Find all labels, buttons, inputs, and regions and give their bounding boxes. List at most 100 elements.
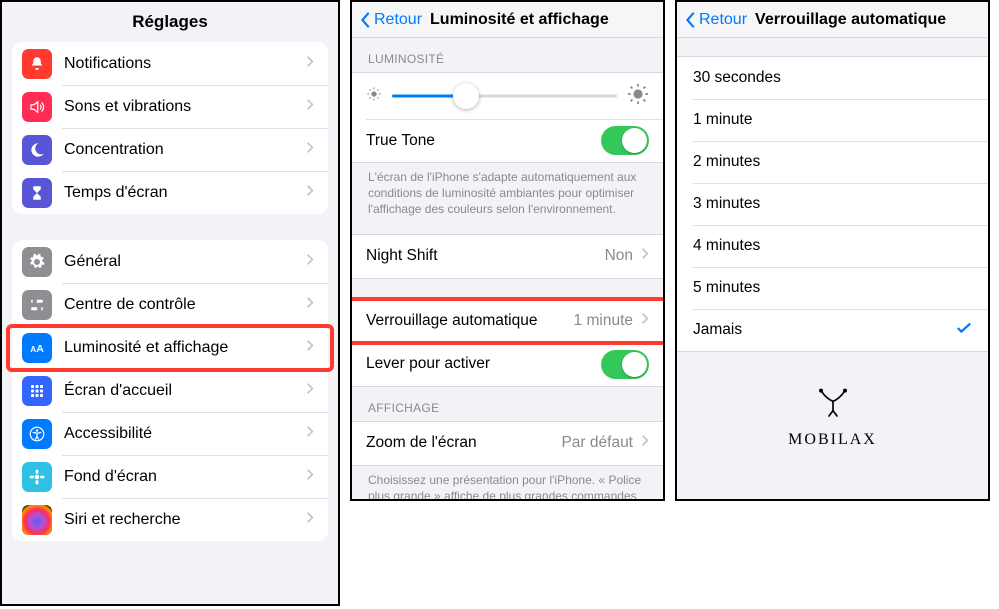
true-tone-row[interactable]: True Tone [352,119,663,162]
back-button[interactable]: Retour [685,11,747,29]
night-shift-row[interactable]: Night Shift Non [352,235,663,278]
text-size-icon: AA [22,333,52,363]
back-label: Retour [374,11,422,29]
chevron-right-icon [306,55,314,73]
row-label: Fond d'écran [64,468,306,486]
chevron-right-icon [641,247,649,265]
true-tone-toggle[interactable] [601,126,649,155]
checkmark-icon [956,321,972,340]
row-label: Concentration [64,141,306,159]
back-label: Retour [699,11,747,29]
chevron-right-icon [641,312,649,330]
page-title: Réglages [2,2,338,42]
chevron-right-icon [306,382,314,400]
nav-header: Retour Verrouillage automatique [677,2,988,38]
auto-lock-row[interactable]: Verrouillage automatique 1 minute [352,300,663,343]
autolock-option[interactable]: 4 minutes [677,225,988,267]
settings-group-1: Notifications Sons et vibrations Concent… [12,42,328,214]
chevron-right-icon [306,98,314,116]
option-label: 2 minutes [693,153,972,171]
autolock-list: 30 secondes 1 minute 2 minutes 3 minutes… [677,56,988,352]
moon-icon [22,135,52,165]
option-label: 4 minutes [693,237,972,255]
gear-icon [22,247,52,277]
brightness-slider[interactable] [392,82,617,110]
chevron-right-icon [306,253,314,271]
sun-small-icon [366,86,382,107]
settings-group-2: Général Centre de contrôle AA Luminosité… [12,240,328,541]
row-label: Lever pour activer [366,355,601,373]
zoom-group: Zoom de l'écran Par défaut [352,421,663,466]
row-label: True Tone [366,132,601,150]
display-body: LUMINOSITÉ True Tone L'écran de l'iPhone… [352,38,663,499]
option-label: 30 secondes [693,69,972,87]
section-label-brightness: LUMINOSITÉ [352,38,663,72]
option-label: 5 minutes [693,279,972,297]
settings-row-control-centre[interactable]: Centre de contrôle [12,283,328,326]
bell-icon [22,49,52,79]
raise-wake-toggle[interactable] [601,350,649,379]
row-label: Notifications [64,55,306,73]
hourglass-icon [22,178,52,208]
raise-to-wake-row[interactable]: Lever pour activer [352,343,663,386]
night-shift-group: Night Shift Non [352,234,663,279]
brightness-row [352,73,663,119]
chevron-right-icon [306,425,314,443]
settings-row-wallpaper[interactable]: Fond d'écran [12,455,328,498]
settings-row-siri[interactable]: Siri et recherche [12,498,328,541]
settings-row-display[interactable]: AA Luminosité et affichage [12,326,328,369]
chevron-right-icon [306,141,314,159]
chevron-right-icon [306,184,314,202]
siri-icon [22,505,52,535]
section-label-display: AFFICHAGE [352,387,663,421]
settings-row-general[interactable]: Général [12,240,328,283]
autolock-option[interactable]: 1 minute [677,99,988,141]
chevron-right-icon [306,339,314,357]
option-label: Jamais [693,321,956,339]
autolock-panel: Retour Verrouillage automatique 30 secon… [675,0,990,501]
row-label: Verrouillage automatique [366,312,574,330]
brightness-group: True Tone [352,72,663,163]
row-value: 1 minute [574,312,633,330]
autolock-option-selected[interactable]: Jamais [677,309,988,351]
row-label: Siri et recherche [64,511,306,529]
settings-panel: Réglages Notifications Sons et vibration… [0,0,340,606]
display-zoom-row[interactable]: Zoom de l'écran Par défaut [352,422,663,465]
speaker-icon [22,92,52,122]
row-label: Zoom de l'écran [366,434,561,452]
nav-header: Retour Luminosité et affichage [352,2,663,38]
row-label: Luminosité et affichage [64,339,306,357]
settings-body: Notifications Sons et vibrations Concent… [2,42,338,567]
row-label: Accessibilité [64,425,306,443]
mobilax-logo: MOBILAX [677,352,988,449]
autolock-option[interactable]: 5 minutes [677,267,988,309]
chevron-right-icon [306,296,314,314]
zoom-footnote: Choisissez une présentation pour l'iPhon… [352,466,663,499]
option-label: 3 minutes [693,195,972,213]
row-label: Général [64,253,306,271]
settings-row-accessibility[interactable]: Accessibilité [12,412,328,455]
logo-text: MOBILAX [677,431,988,449]
row-label: Night Shift [366,247,605,265]
sliders-icon [22,290,52,320]
autolock-option[interactable]: 2 minutes [677,141,988,183]
settings-row-focus[interactable]: Concentration [12,128,328,171]
slider-thumb[interactable] [453,83,479,109]
row-value: Par défaut [561,434,633,452]
chevron-left-icon [360,11,372,29]
row-value: Non [605,247,633,265]
row-label: Écran d'accueil [64,382,306,400]
flower-icon [22,462,52,492]
autolock-option[interactable]: 3 minutes [677,183,988,225]
chevron-right-icon [306,468,314,486]
back-button[interactable]: Retour [360,11,422,29]
settings-row-home[interactable]: Écran d'accueil [12,369,328,412]
settings-row-screentime[interactable]: Temps d'écran [12,171,328,214]
settings-row-sounds[interactable]: Sons et vibrations [12,85,328,128]
sun-large-icon [627,83,649,110]
autolock-body: 30 secondes 1 minute 2 minutes 3 minutes… [677,38,988,499]
row-label: Sons et vibrations [64,98,306,116]
autolock-option[interactable]: 30 secondes [677,57,988,99]
settings-row-notifications[interactable]: Notifications [12,42,328,85]
chevron-right-icon [306,511,314,529]
